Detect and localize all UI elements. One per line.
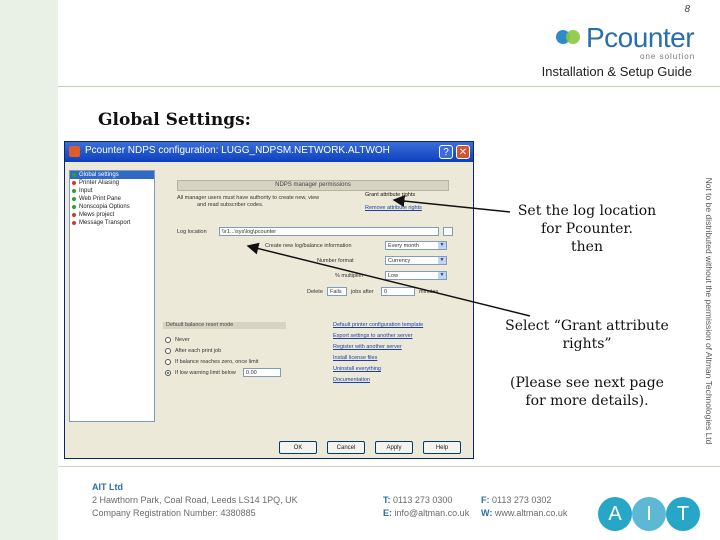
footer-address: 2 Hawthorn Park, Coal Road, Leeds LS14 1… <box>92 495 298 505</box>
footer-registration: Company Registration Number: 4380885 <box>92 508 256 518</box>
footer-web: W: www.altman.co.uk <box>481 508 568 518</box>
distribution-notice: Not to be distributed without the permis… <box>704 177 714 445</box>
footer-email: E: info@altman.co.uk <box>383 508 470 518</box>
annotation-grant-rights: Select “Grant attribute rights” <box>505 318 669 352</box>
annotation-more-details: (Please see next page for more details). <box>510 375 664 409</box>
ait-logo-a: A <box>598 497 632 531</box>
arrow-to-log-location <box>246 242 531 317</box>
ait-logo: A I T <box>596 495 700 533</box>
callout-arrows <box>246 195 531 317</box>
footer-telephone: T: 0113 273 0300 <box>383 495 453 505</box>
ait-logo-t: T <box>666 497 700 531</box>
footer-fax: F: 0113 273 0302 <box>481 495 552 505</box>
footer-divider <box>58 466 720 467</box>
annotation-log-location: Set the log location for Pcounter. then <box>517 203 657 255</box>
ait-logo-i: I <box>632 497 666 531</box>
footer-company: AIT Ltd <box>92 482 123 492</box>
